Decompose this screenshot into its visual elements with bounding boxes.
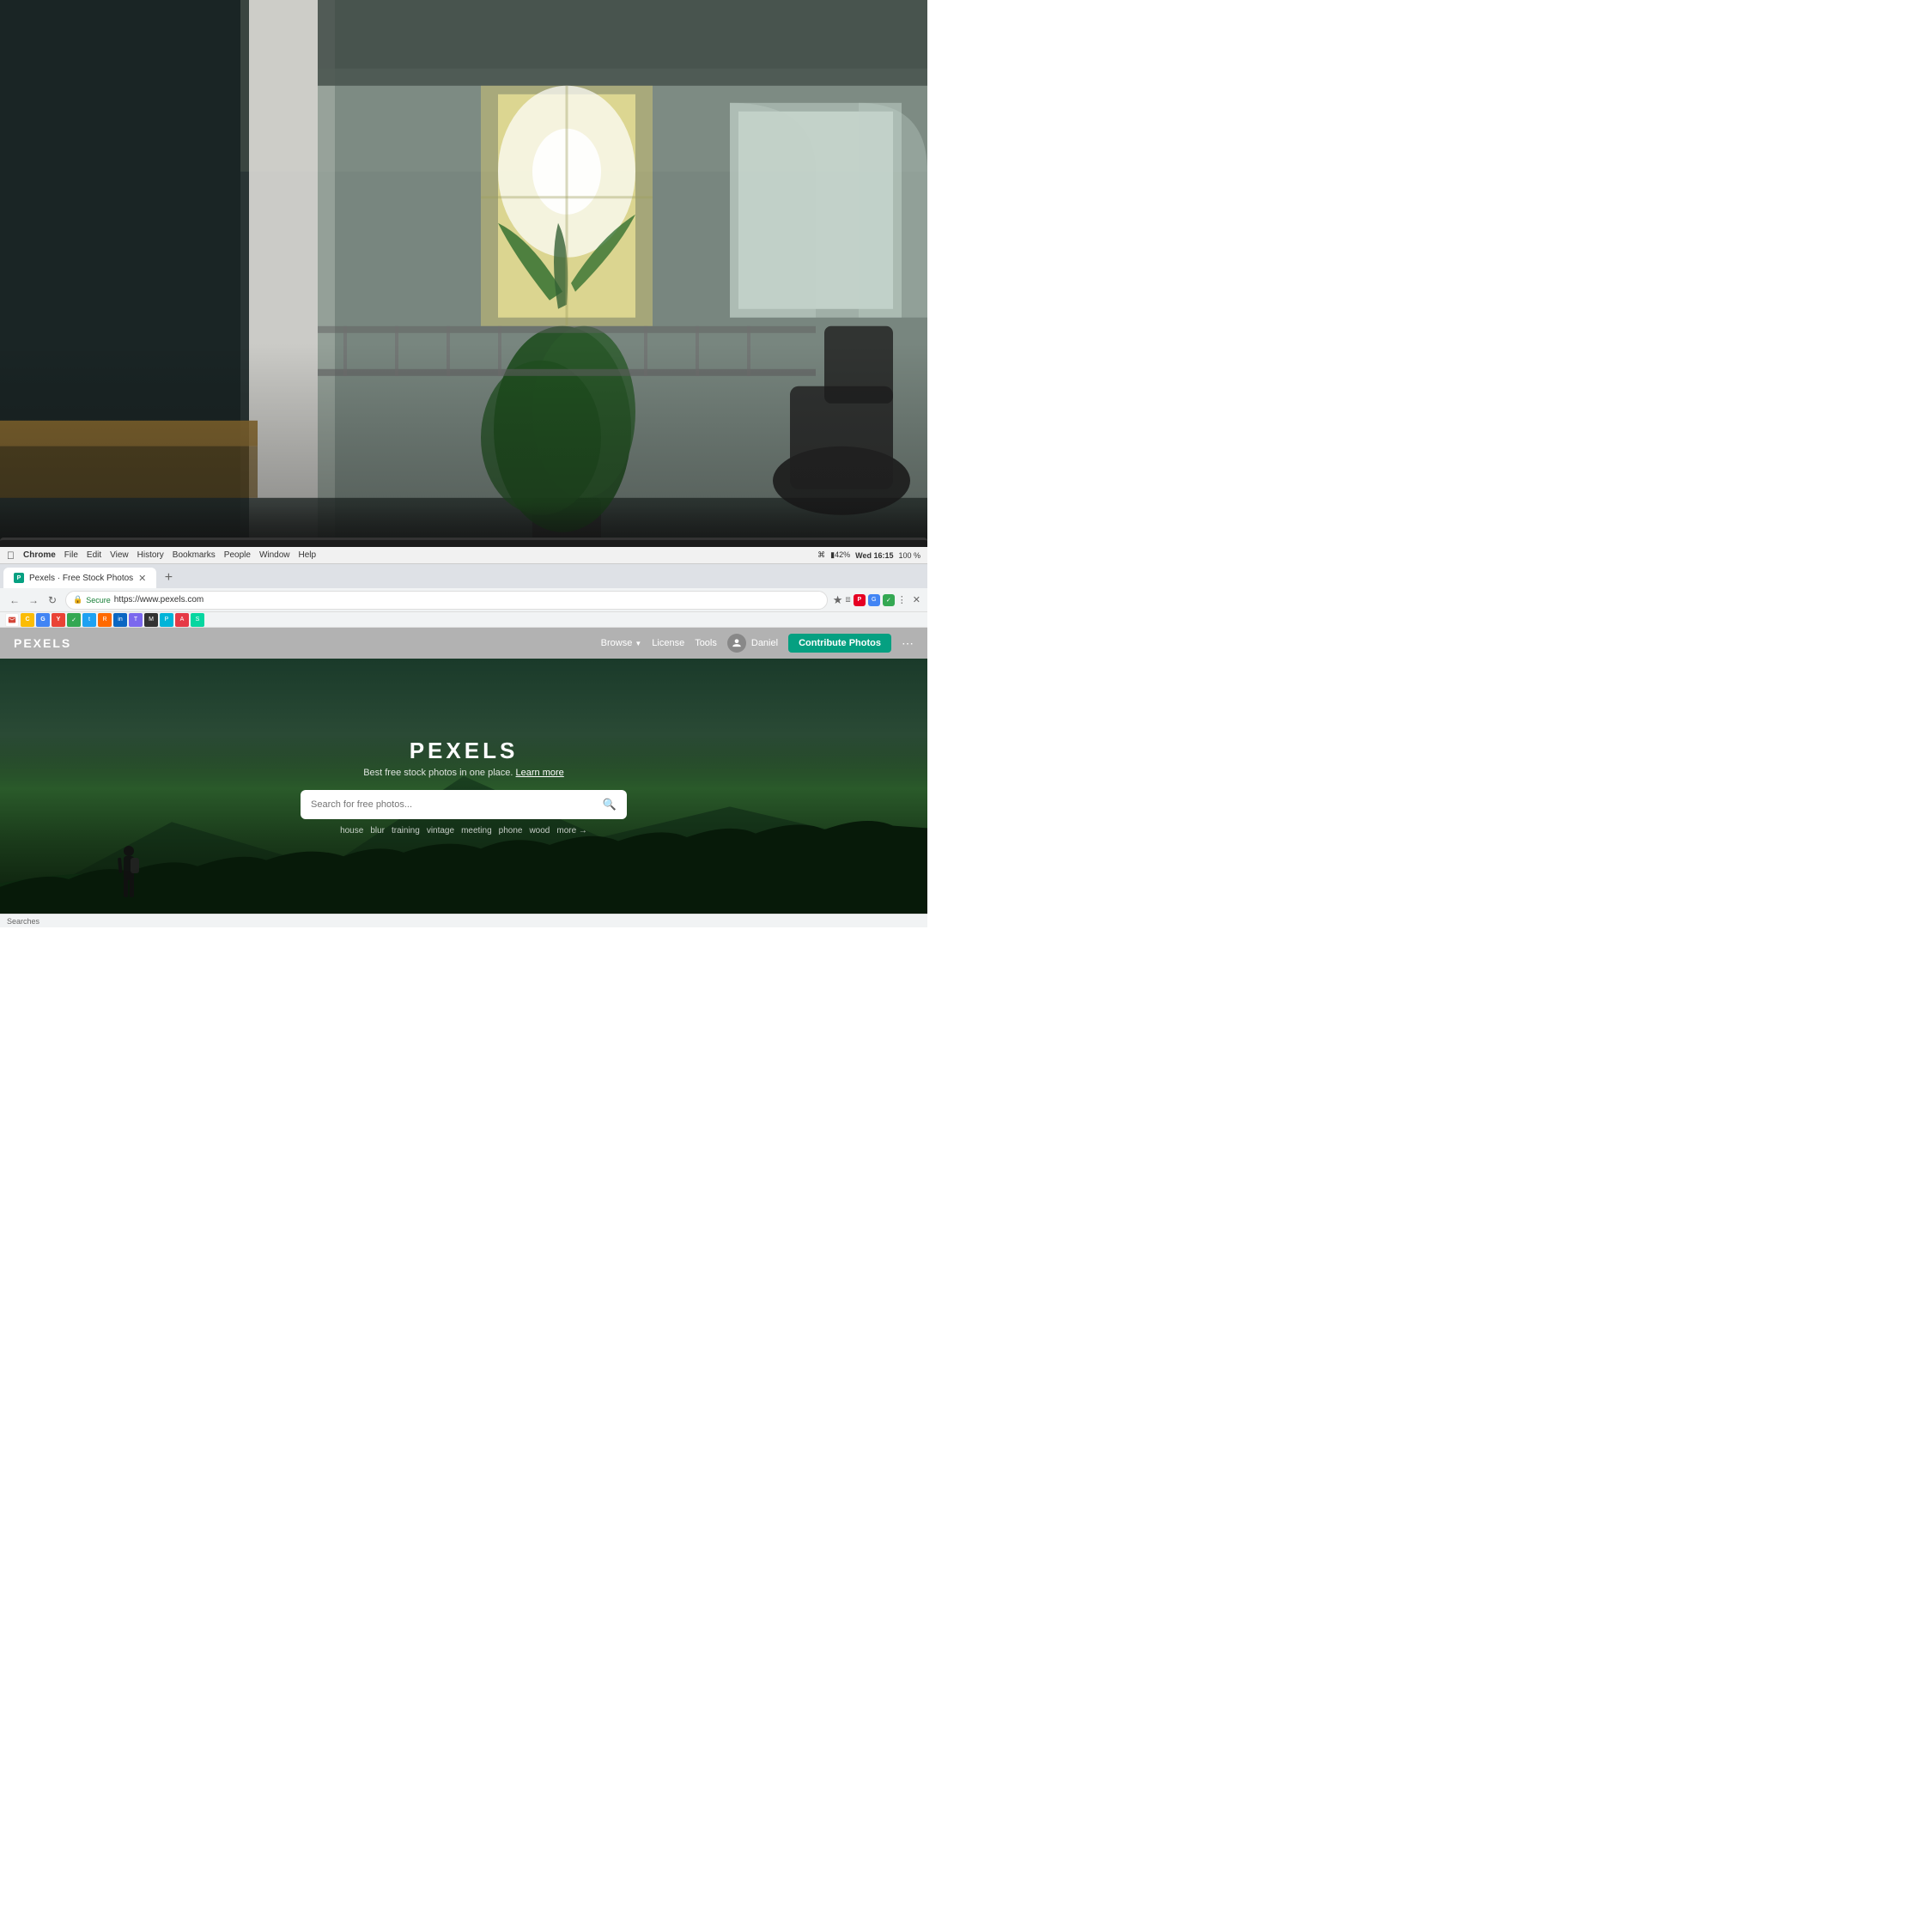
- bm-icon5[interactable]: t: [82, 613, 96, 627]
- bm-icon4[interactable]: ✓: [67, 613, 81, 627]
- extension-icons: ★ ⧈ P G ✓ ⋮ ✕: [833, 593, 920, 607]
- hero-content: PEXELS Best free stock photos in one pla…: [301, 738, 627, 835]
- pexels-logo[interactable]: PEXELS: [14, 636, 71, 650]
- menu-window[interactable]: Window: [259, 550, 290, 560]
- pexels-navbar: PEXELS Browse ▼ License Tools Daniel Con…: [0, 628, 927, 659]
- battery-icon: ▮42%: [830, 550, 850, 560]
- os-menubar:  Chrome File Edit View History Bookmark…: [0, 547, 927, 564]
- bm-icon7[interactable]: in: [113, 613, 127, 627]
- pexels-license-link[interactable]: License: [652, 638, 684, 648]
- clock: Wed 16:15: [855, 551, 893, 560]
- bookmark-icons: C G Y ✓ t R in T M P A S: [5, 613, 204, 627]
- bm-icon11[interactable]: A: [175, 613, 189, 627]
- bm-gmail[interactable]: [5, 613, 19, 627]
- back-button[interactable]: ←: [7, 592, 22, 608]
- forward-button[interactable]: →: [26, 592, 41, 608]
- menu-file[interactable]: File: [64, 550, 78, 560]
- menu-edit[interactable]: Edit: [87, 550, 101, 560]
- bookmark-toolbar: C G Y ✓ t R in T M P A S: [0, 612, 927, 628]
- active-tab[interactable]: P Pexels · Free Stock Photos ✕: [3, 568, 156, 588]
- url-bar[interactable]: 🔒 Secure https://www.pexels.com: [65, 591, 828, 610]
- address-bar: ← → ↻ 🔒 Secure https://www.pexels.com ★ …: [0, 588, 927, 612]
- menu-people[interactable]: People: [224, 550, 251, 560]
- suggestion-meeting[interactable]: meeting: [461, 826, 492, 835]
- browse-chevron-icon: ▼: [635, 640, 641, 647]
- nav-buttons: ← → ↻: [7, 592, 60, 608]
- secure-lock-icon: 🔒: [73, 595, 82, 605]
- bm-icon10[interactable]: P: [160, 613, 173, 627]
- suggestion-vintage[interactable]: vintage: [427, 826, 454, 835]
- search-magnifier-icon: 🔍: [603, 798, 617, 811]
- menu-chrome[interactable]: Chrome: [23, 550, 56, 560]
- wifi-icon: ⌘: [817, 550, 825, 560]
- tab-label: Pexels · Free Stock Photos: [29, 574, 133, 583]
- office-background-svg: [0, 0, 927, 575]
- pexels-content: PEXELS Browse ▼ License Tools Daniel Con…: [0, 628, 927, 914]
- bookmark-star-icon[interactable]: ★: [833, 593, 843, 607]
- reload-button[interactable]: ↻: [45, 592, 60, 608]
- new-tab-button[interactable]: +: [158, 568, 179, 588]
- secure-label: Secure: [86, 596, 111, 605]
- browser-window:  Chrome File Edit View History Bookmark…: [0, 547, 927, 927]
- extension-icon-1[interactable]: ⧈: [845, 595, 850, 605]
- menu-history[interactable]: History: [137, 550, 164, 560]
- ext-pinterest[interactable]: P: [854, 594, 866, 606]
- suggestion-training[interactable]: training: [392, 826, 420, 835]
- zoom-level: 100 %: [898, 551, 920, 560]
- bm-icon6[interactable]: R: [98, 613, 112, 627]
- url-address: https://www.pexels.com: [114, 595, 204, 605]
- apple-icon: : [7, 550, 15, 562]
- hero-title: PEXELS: [301, 738, 627, 764]
- bm-icon8[interactable]: T: [129, 613, 143, 627]
- tab-close-icon[interactable]: ✕: [138, 573, 146, 584]
- suggestion-wood[interactable]: wood: [529, 826, 550, 835]
- bm-icon2[interactable]: G: [36, 613, 50, 627]
- learn-more-link[interactable]: Learn more: [516, 768, 564, 778]
- extensions-more-icon[interactable]: ⋮: [897, 594, 907, 605]
- user-section: Daniel: [727, 634, 778, 653]
- menu-help[interactable]: Help: [299, 550, 317, 560]
- user-name: Daniel: [751, 638, 778, 648]
- hero-subtitle: Best free stock photos in one place. Lea…: [301, 768, 627, 778]
- tab-favicon: P: [14, 573, 24, 583]
- bm-icon9[interactable]: M: [144, 613, 158, 627]
- bm-icon1[interactable]: C: [21, 613, 34, 627]
- search-bar[interactable]: 🔍: [301, 790, 627, 819]
- bm-icon3[interactable]: Y: [52, 613, 65, 627]
- close-icon[interactable]: ✕: [913, 594, 920, 605]
- bm-icon12[interactable]: S: [191, 613, 204, 627]
- tab-bar: P Pexels · Free Stock Photos ✕ +: [0, 564, 927, 588]
- status-bar: Searches: [0, 914, 927, 927]
- pexels-browse-link[interactable]: Browse ▼: [601, 638, 642, 648]
- hero-person-silhouette: [112, 841, 146, 909]
- suggestion-house[interactable]: house: [340, 826, 363, 835]
- ext-misc1[interactable]: G: [868, 594, 880, 606]
- contribute-photos-button[interactable]: Contribute Photos: [788, 634, 891, 653]
- pexels-hero: PEXELS Best free stock photos in one pla…: [0, 659, 927, 914]
- search-suggestions: house blur training vintage meeting phon…: [301, 826, 627, 835]
- menubar-right: ⌘ ▮42% Wed 16:15 100 %: [817, 550, 920, 560]
- ext-misc2[interactable]: ✓: [883, 594, 895, 606]
- menubar-left:  Chrome File Edit View History Bookmark…: [7, 550, 316, 562]
- pexels-nav-right: Browse ▼ License Tools Daniel Contribute…: [601, 634, 914, 653]
- more-options-icon[interactable]: ⋯: [902, 636, 914, 651]
- pexels-tools-link[interactable]: Tools: [695, 638, 717, 648]
- suggestion-blur[interactable]: blur: [370, 826, 385, 835]
- menu-bookmarks[interactable]: Bookmarks: [173, 550, 216, 560]
- search-input[interactable]: [311, 799, 596, 810]
- suggestion-phone[interactable]: phone: [499, 826, 523, 835]
- user-avatar[interactable]: [727, 634, 746, 653]
- menu-view[interactable]: View: [110, 550, 129, 560]
- status-text: Searches: [7, 917, 39, 926]
- suggestion-more[interactable]: more →: [556, 826, 587, 835]
